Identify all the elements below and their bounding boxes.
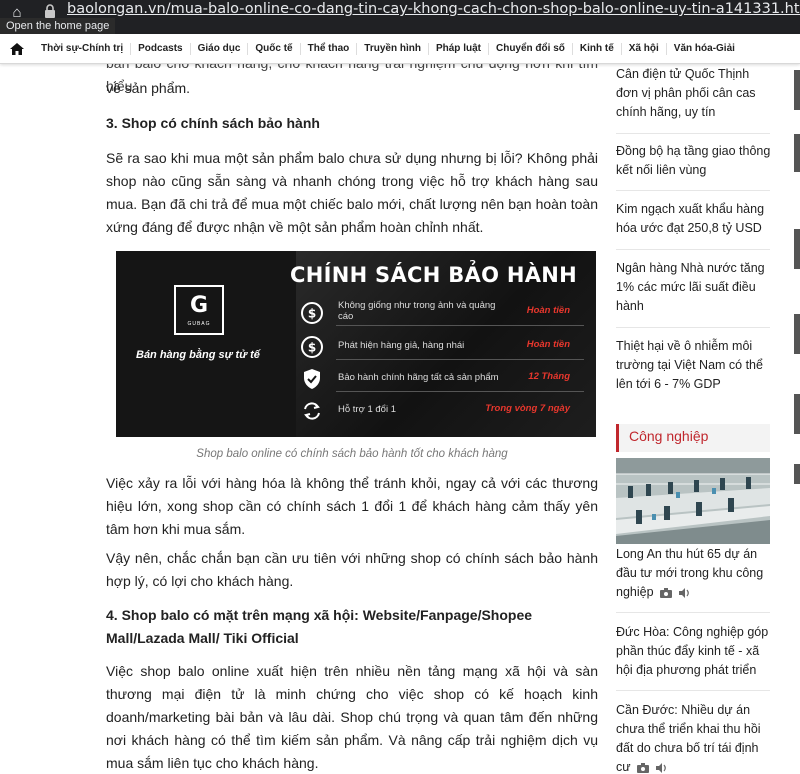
speaker-icon <box>678 587 689 598</box>
site-navigation: Thời sự-Chính trị Podcasts Giáo dục Quốc… <box>0 34 800 64</box>
article-paragraph: Vậy nên, chắc chắn bạn cần ưu tiên với n… <box>106 550 598 589</box>
nav-item-quoc-te[interactable]: Quốc tế <box>248 42 301 55</box>
nav-item-xa-hoi[interactable]: Xã hội <box>622 42 667 55</box>
sidebar-news-link[interactable]: Thiệt hại về ô nhiễm môi trường tại Việt… <box>616 337 772 394</box>
lock-icon[interactable] <box>44 4 56 18</box>
banner-title: CHÍNH SÁCH BẢO HÀNH <box>290 263 578 287</box>
sidebar-news-link[interactable]: Đức Hòa: Công nghiệp góp phần thúc đẩy k… <box>616 623 772 680</box>
nav-item-podcasts[interactable]: Podcasts <box>131 42 191 55</box>
article-paragraph: Việc shop balo online xuất hiện trên nhi… <box>106 663 598 771</box>
banner-row: Bảo hành chính hãng tất cả sản phẩm 12 T… <box>300 365 590 395</box>
article-paragraph: Việc xảy ra lỗi với hàng hóa là không th… <box>106 475 598 537</box>
sidebar-news-link[interactable]: Cần Đước: Nhiều dự án chưa thể triển kha… <box>616 701 772 774</box>
svg-text:$: $ <box>308 307 316 321</box>
gubag-logo: G GUBAG <box>174 285 224 335</box>
home-icon[interactable] <box>0 34 34 64</box>
camera-icon <box>660 587 673 598</box>
banner-row: Hỗ trợ 1 đổi 1 Trong vòng 7 ngày <box>300 397 590 427</box>
banner-row: $ Phát hiện hàng giả, hàng nhái Hoàn tiề… <box>300 333 590 363</box>
exchange-icon <box>304 402 320 420</box>
nav-item-the-thao[interactable]: Thể thao <box>301 42 358 55</box>
article-body: bán balo cho khách hàng, cho khách hàng … <box>106 64 598 774</box>
sidebar-lead-news[interactable]: Long An thu hút 65 dự án đầu tư mới tron… <box>616 545 772 602</box>
nav-item-chuyen-doi-so[interactable]: Chuyển đổi số <box>489 42 573 55</box>
cropped-thumbnail-strip <box>790 64 800 774</box>
browser-address-bar: ⌂ baolongan.vn/mua-balo-online-co-dang-t… <box>0 0 800 35</box>
article-paragraph-end: về sản phẩm. <box>106 80 191 96</box>
factory-photo[interactable] <box>616 458 770 544</box>
home-tooltip: Open the home page <box>0 18 116 35</box>
dollar-icon: $ <box>301 336 323 358</box>
section-heading-3: 3. Shop có chính sách bảo hành <box>106 115 320 131</box>
nav-item-thoi-su[interactable]: Thời sự-Chính trị <box>34 42 132 55</box>
shield-check-icon <box>304 369 320 389</box>
sidebar-news-link[interactable]: Kim ngạch xuất khẩu hàng hóa ước đạt 250… <box>616 200 772 238</box>
sidebar-news-link[interactable]: Ngân hàng Nhà nước tăng 1% các mức lãi s… <box>616 259 772 316</box>
speaker-icon <box>655 762 666 773</box>
nav-menu: Thời sự-Chính trị Podcasts Giáo dục Quốc… <box>34 34 742 64</box>
svg-text:$: $ <box>308 341 316 355</box>
nav-item-kinh-te[interactable]: Kinh tế <box>573 42 622 55</box>
factory-photo-illustration <box>616 458 770 544</box>
camera-icon <box>637 762 650 773</box>
warranty-banner-image: G GUBAG Bán hàng bằng sự tử tế CHÍNH SÁC… <box>116 251 596 437</box>
section-heading-4: 4. Shop balo có mặt trên mạng xã hội: We… <box>106 607 533 646</box>
banner-slogan: Bán hàng bằng sự tử tế <box>136 349 260 361</box>
nav-item-phap-luat[interactable]: Pháp luật <box>429 42 489 55</box>
nav-item-truyen-hinh[interactable]: Truyền hình <box>357 42 429 55</box>
sidebar-news-link[interactable]: Đồng bộ hạ tầng giao thông kết nối liên … <box>616 142 772 180</box>
nav-item-van-hoa[interactable]: Văn hóa-Giải <box>667 43 742 55</box>
image-caption: Shop balo online có chính sách bảo hành … <box>196 448 508 460</box>
article-paragraph: Sẽ ra sao khi mua một sản phẩm balo chưa… <box>106 150 598 235</box>
dollar-icon: $ <box>301 302 323 324</box>
section-header-cong-nghiep[interactable]: Công nghiệp <box>616 424 770 452</box>
nav-item-giao-duc[interactable]: Giáo dục <box>191 42 249 55</box>
url-text[interactable]: baolongan.vn/mua-balo-online-co-dang-tin… <box>67 1 800 17</box>
sidebar-news-link[interactable]: Cân điện tử Quốc Thịnh đơn vị phân phối … <box>616 65 772 122</box>
banner-row: $ Không giống như trong ảnh và quảng cáo… <box>300 299 590 329</box>
